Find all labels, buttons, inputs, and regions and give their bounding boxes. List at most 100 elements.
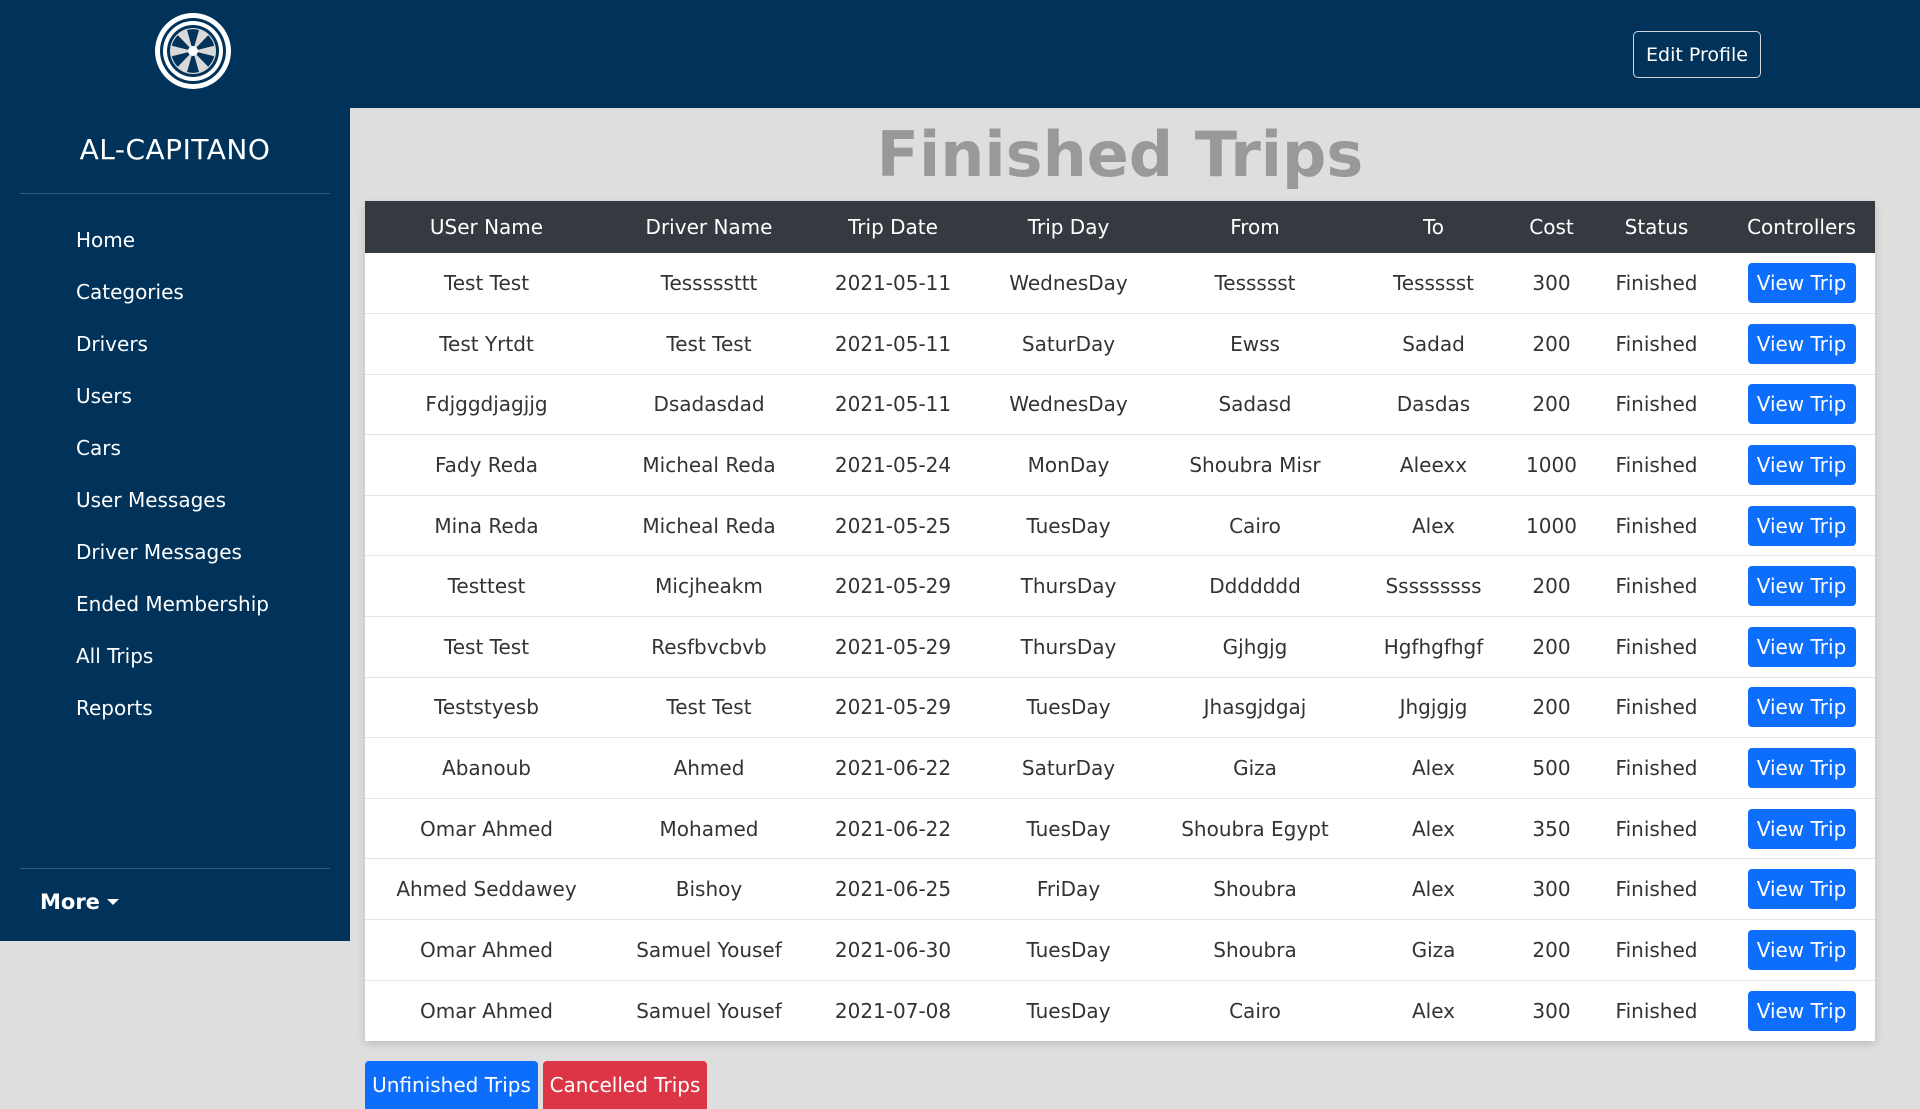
view-trip-button[interactable]: View Trip (1747, 384, 1856, 425)
cell-to: Alex (1411, 513, 1456, 538)
cell-controllers: View Trip (1728, 677, 1875, 738)
cell-status: Finished (1615, 877, 1698, 902)
sidebar-item-home[interactable]: Home (76, 214, 269, 266)
view-trip-button[interactable]: View Trip (1747, 990, 1856, 1031)
edit-profile-button[interactable]: Edit Profile (1633, 31, 1761, 78)
cell-status: Finished (1615, 816, 1698, 841)
view-trip-button[interactable]: View Trip (1747, 263, 1856, 304)
view-trip-button[interactable]: View Trip (1747, 748, 1856, 789)
cell-from: Sadasd (1218, 392, 1292, 417)
sidebar-divider-bottom (20, 868, 330, 869)
sidebar-nav: Home Categories Drivers Users Cars User … (76, 214, 269, 734)
sidebar-item-reports[interactable]: Reports (76, 682, 269, 734)
cell-trip-date: 2021-05-11 (834, 331, 952, 356)
cell-trip-day: TuesDay (1026, 998, 1111, 1023)
more-dropdown[interactable]: More (40, 890, 119, 914)
sidebar-item-cars[interactable]: Cars (76, 422, 269, 474)
table-row: Abanoub Ahmed 2021-06-22 SaturDay Giza Alex 50… (365, 737, 1875, 799)
view-trip-button[interactable]: View Trip (1747, 869, 1856, 910)
cell-user-name: Test Yrtdt (439, 331, 534, 356)
sidebar-item-all-trips[interactable]: All Trips (76, 630, 269, 682)
cell-cost: 200 (1532, 331, 1571, 356)
sidebar-item-users[interactable]: Users (76, 370, 269, 422)
sidebar-item-user-messages[interactable]: User Messages (76, 474, 269, 526)
view-trip-button[interactable]: View Trip (1747, 445, 1856, 486)
table-row: Fady Reda Micheal Reda 2021-05-24 MonDay Sho… (365, 434, 1875, 496)
cell-cost: 200 (1532, 695, 1571, 720)
view-trip-button[interactable]: View Trip (1747, 505, 1856, 546)
cell-controllers: View Trip (1728, 798, 1875, 859)
cell-trip-date: 2021-06-25 (834, 877, 952, 902)
cell-from: Shoubra Misr (1189, 453, 1321, 478)
cell-trip-date: 2021-05-29 (834, 574, 952, 599)
cell-controllers: View Trip (1728, 617, 1875, 678)
unfinished-trips-button[interactable]: Unfinished Trips (365, 1061, 538, 1109)
cell-cost: 200 (1532, 574, 1571, 599)
view-trip-button[interactable]: View Trip (1747, 808, 1856, 849)
cell-driver-name: Mohamed (659, 816, 759, 841)
cell-from: Jhasgjdgaj (1203, 695, 1307, 720)
cell-user-name: Abanoub (442, 756, 531, 781)
cell-driver-name: Tesssssttt (660, 271, 758, 296)
cell-controllers: View Trip (1728, 435, 1875, 496)
cancelled-trips-button[interactable]: Cancelled Trips (543, 1061, 707, 1109)
cell-trip-day: SaturDay (1021, 756, 1116, 781)
cell-controllers: View Trip (1728, 859, 1875, 920)
cell-from: Giza (1233, 756, 1277, 781)
cell-trip-day: MonDay (1027, 453, 1110, 478)
cell-from: Tessssst (1214, 271, 1296, 296)
column-header-controllers: Controllers (1747, 215, 1856, 239)
sidebar-item-categories[interactable]: Categories (76, 266, 269, 318)
column-header-trip-date: Trip Date (848, 215, 938, 239)
cell-driver-name: Micheal Reda (642, 513, 776, 538)
cell-status: Finished (1615, 634, 1698, 659)
trips-table-body: Test Test Tesssssttt 2021-05-11 WednesDay Te… (365, 253, 1875, 1041)
cell-from: Gjhgjg (1222, 634, 1288, 659)
cell-trip-day: WednesDay (1009, 271, 1128, 296)
cell-controllers: View Trip (1728, 556, 1875, 617)
sidebar-item-ended-membership[interactable]: Ended Membership (76, 578, 269, 630)
cell-user-name: Omar Ahmed (420, 937, 553, 962)
cell-driver-name: Micheal Reda (642, 453, 776, 478)
cell-status: Finished (1615, 937, 1698, 962)
cell-status: Finished (1615, 392, 1698, 417)
view-trip-button[interactable]: View Trip (1747, 566, 1856, 607)
cell-trip-day: FriDay (1036, 877, 1101, 902)
view-trip-button[interactable]: View Trip (1747, 929, 1856, 970)
cell-driver-name: Bishoy (675, 877, 743, 902)
cell-to: Alex (1411, 816, 1456, 841)
caret-down-icon (106, 899, 119, 905)
cell-cost: 200 (1532, 634, 1571, 659)
cell-trip-date: 2021-05-29 (834, 695, 952, 720)
cell-user-name: Fdjggdjagjjg (425, 392, 548, 417)
table-row: Omar Ahmed Samuel Yousef 2021-07-08 TuesDay… (365, 980, 1875, 1041)
cell-controllers: View Trip (1728, 314, 1875, 375)
brand-name: AL-CAPITANO (79, 133, 271, 166)
sidebar-item-drivers[interactable]: Drivers (76, 318, 269, 370)
table-row: Test Test Tesssssttt 2021-05-11 WednesDay Te… (365, 253, 1875, 314)
trips-table: USer Name Driver Name Trip Date Trip Day… (365, 201, 1875, 1041)
cell-trip-day: SaturDay (1021, 331, 1116, 356)
view-trip-button[interactable]: View Trip (1747, 687, 1856, 728)
sidebar-item-driver-messages[interactable]: Driver Messages (76, 526, 269, 578)
cell-user-name: Testtest (447, 574, 526, 599)
cell-from: Shoubra (1213, 937, 1297, 962)
cell-driver-name: Samuel Yousef (636, 998, 782, 1023)
cell-trip-date: 2021-05-11 (834, 392, 952, 417)
view-trip-button[interactable]: View Trip (1747, 323, 1856, 364)
cell-driver-name: Resfbvcbvb (651, 634, 767, 659)
cell-cost: 500 (1532, 756, 1571, 781)
cell-trip-day: ThursDay (1020, 574, 1117, 599)
table-header-row: USer Name Driver Name Trip Date Trip Day… (365, 201, 1875, 253)
page-title: Finished Trips (876, 118, 1364, 191)
cell-user-name: Mina Reda (434, 513, 539, 538)
cell-controllers: View Trip (1728, 738, 1875, 799)
cell-to: Sadad (1402, 331, 1465, 356)
cell-controllers: View Trip (1728, 253, 1875, 314)
column-header-user-name: USer Name (429, 215, 544, 239)
view-trip-button[interactable]: View Trip (1747, 626, 1856, 667)
cell-trip-date: 2021-05-11 (834, 271, 952, 296)
cell-user-name: Teststyesb (434, 695, 539, 720)
table-row: Ahmed Seddawey Bishoy 2021-06-25 FriDay Shou… (365, 858, 1875, 920)
wheel-logo-icon[interactable] (154, 12, 232, 90)
